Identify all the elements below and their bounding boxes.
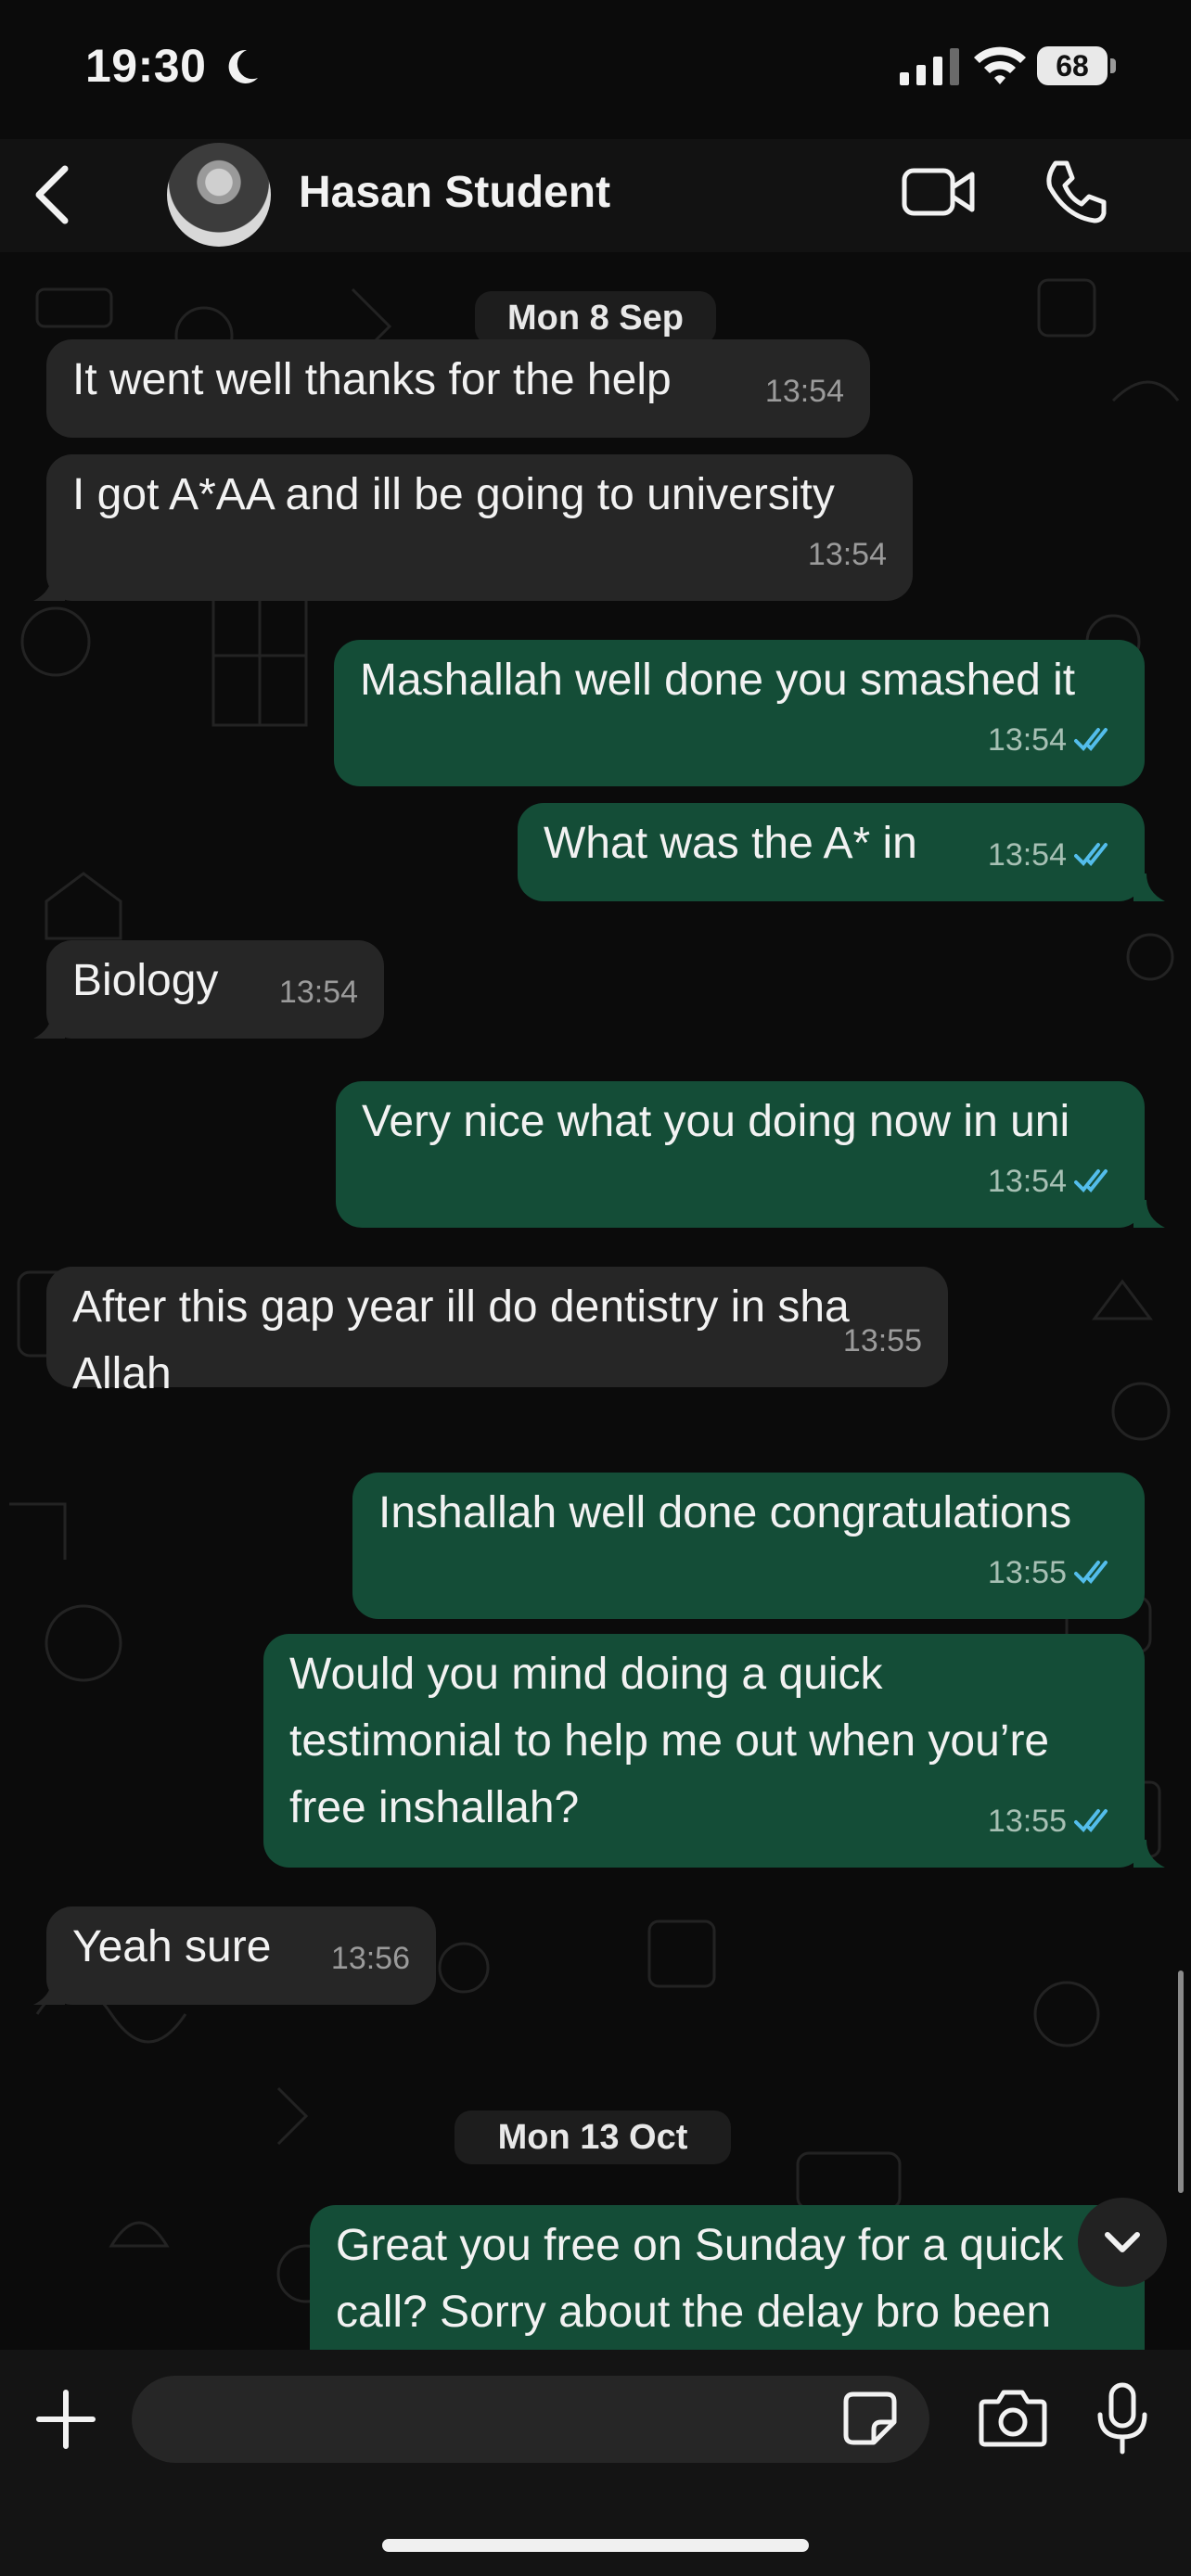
- incoming-message[interactable]: After this gap year ill do dentistry in …: [46, 1267, 948, 1398]
- message-meta: 13:54: [988, 707, 1119, 773]
- contact-avatar[interactable]: [167, 143, 271, 247]
- message-text: I got A*AA and ill be going to universit…: [72, 470, 835, 519]
- plus-icon[interactable]: [35, 2389, 96, 2450]
- chevron-down-icon: [1105, 2232, 1140, 2252]
- message-text: It went well thanks for the help: [72, 355, 672, 404]
- message-text: Mashallah well done you smashed it: [360, 656, 1076, 705]
- phone-call-icon[interactable]: [1043, 159, 1108, 224]
- incoming-message[interactable]: Biology 13:54: [46, 940, 384, 1039]
- wifi-icon: [974, 46, 1026, 84]
- message-meta: 13:56: [331, 1925, 410, 1992]
- message-composer: [0, 2350, 1191, 2576]
- message-text: Great you free on Sunday for a quick cal…: [336, 2221, 1064, 2337]
- scroll-to-bottom-button[interactable]: [1078, 2198, 1167, 2287]
- message-time: 13:54: [764, 374, 844, 409]
- message-time: 13:54: [987, 722, 1067, 758]
- sticker-icon[interactable]: [840, 2389, 900, 2448]
- message-time: 13:54: [278, 975, 358, 1010]
- outgoing-message[interactable]: Would you mind doing a quick testimonial…: [263, 1634, 1145, 1868]
- bubble-tail: [33, 1011, 65, 1039]
- bubble-tail: [1133, 874, 1165, 901]
- read-receipt-icon: [1074, 728, 1108, 751]
- message-time: 13:54: [807, 537, 887, 572]
- incoming-message[interactable]: It went well thanks for the help 13:54: [46, 339, 870, 438]
- message-text: Inshallah well done congratulations: [378, 1488, 1072, 1537]
- read-receipt-icon: [1074, 1809, 1108, 1832]
- outgoing-message[interactable]: Mashallah well done you smashed it 13:54: [334, 640, 1145, 786]
- message-time: 13:55: [987, 1555, 1067, 1590]
- message-meta: 13:54: [988, 822, 1119, 888]
- message-time: 13:56: [330, 1941, 410, 1976]
- outgoing-message[interactable]: Inshallah well done congratulations 13:5…: [352, 1473, 1145, 1619]
- bubble-tail: [1133, 1200, 1165, 1228]
- bubble-tail: [1133, 1840, 1165, 1868]
- message-meta: 13:54: [808, 521, 887, 588]
- message-meta: 13:54: [765, 358, 844, 425]
- date-separator: Mon 8 Sep: [475, 291, 716, 345]
- chat-scrollbar[interactable]: [1178, 1970, 1184, 2193]
- bubble-tail: [33, 1977, 65, 2005]
- message-meta: 13:55: [988, 1788, 1119, 1855]
- message-time: 13:55: [842, 1323, 922, 1358]
- video-call-icon[interactable]: [902, 161, 976, 223]
- message-meta: 13:54: [279, 959, 358, 1026]
- message-time: 13:54: [987, 1164, 1067, 1199]
- moon-icon: [228, 49, 258, 83]
- message-meta: 13:54: [988, 1148, 1119, 1215]
- cellular-signal-icon: [900, 48, 959, 85]
- read-receipt-icon: [1074, 1169, 1108, 1192]
- contact-name[interactable]: Hasan Student: [299, 167, 610, 218]
- message-meta: 13:55: [988, 1539, 1119, 1606]
- message-text: After this gap year ill do dentistry in …: [72, 1282, 850, 1398]
- back-chevron-icon[interactable]: [28, 159, 80, 230]
- message-time: 13:55: [987, 1804, 1067, 1839]
- message-time: 13:54: [987, 837, 1067, 873]
- chat-header: Hasan Student: [0, 139, 1191, 252]
- read-receipt-icon: [1074, 1561, 1108, 1584]
- status-bar: 19:30 68: [0, 0, 1191, 139]
- date-separator: Mon 13 Oct: [455, 2111, 731, 2164]
- message-input[interactable]: [132, 2376, 929, 2463]
- camera-icon[interactable]: [978, 2387, 1048, 2448]
- home-indicator[interactable]: [382, 2539, 809, 2552]
- message-meta: 13:55: [843, 1307, 922, 1374]
- incoming-message[interactable]: Yeah sure 13:56: [46, 1906, 436, 2005]
- read-receipt-icon: [1074, 843, 1108, 866]
- outgoing-message[interactable]: Very nice what you doing now in uni 13:5…: [336, 1081, 1145, 1228]
- message-text: Very nice what you doing now in uni: [362, 1097, 1070, 1146]
- incoming-message[interactable]: I got A*AA and ill be going to universit…: [46, 454, 913, 601]
- battery-indicator: 68: [1037, 46, 1108, 85]
- microphone-icon[interactable]: [1095, 2381, 1150, 2455]
- bubble-tail: [33, 573, 65, 601]
- outgoing-message[interactable]: What was the A* in 13:54: [518, 803, 1145, 901]
- status-time: 19:30: [85, 40, 207, 92]
- battery-nub: [1110, 58, 1116, 73]
